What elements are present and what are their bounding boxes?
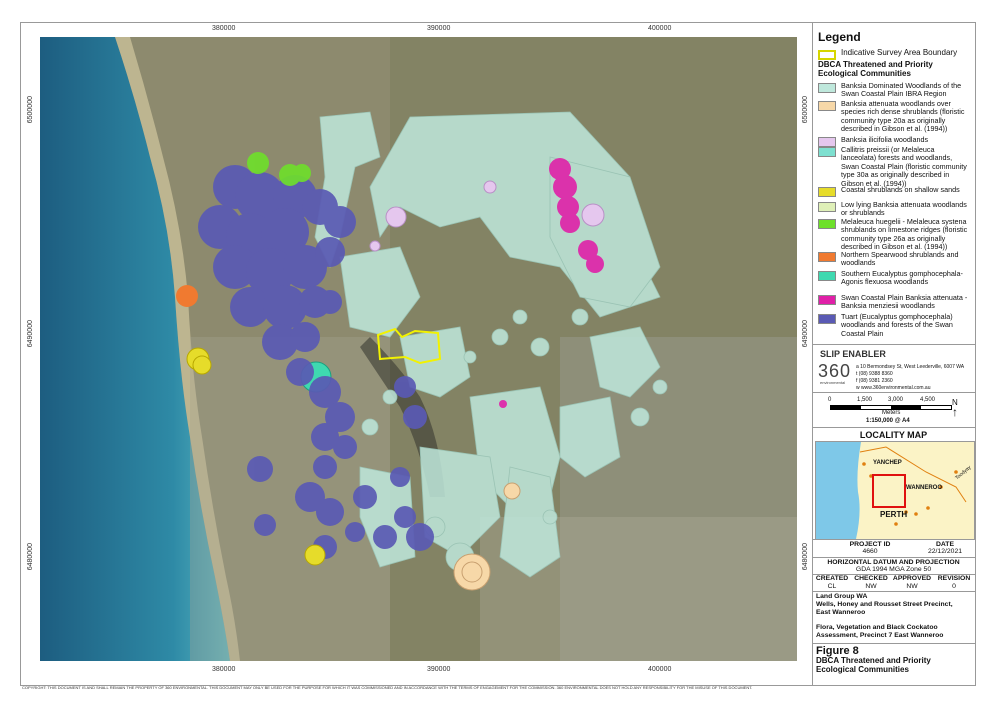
legend-item: Melaleuca huegelii - Melaleuca systena s… xyxy=(818,217,968,252)
divider xyxy=(812,392,975,393)
legend-item: Low lying Banksia attenuata woodlands or… xyxy=(818,200,968,218)
scale-tick-3: 4,500 xyxy=(920,397,936,403)
legend-swatch xyxy=(818,252,836,262)
legend-item: Swan Coastal Plain Banksia attenuata - B… xyxy=(818,293,968,311)
approved-label: APPROVED xyxy=(892,575,932,582)
datum-value: GDA 1994 MGA Zone 50 xyxy=(855,566,932,573)
map-svg xyxy=(40,37,797,661)
company-phone: t (08) 9388 8360 xyxy=(856,371,893,377)
client-name: Land Group WA xyxy=(816,593,868,600)
coord-left-1: 6500000 xyxy=(27,96,34,124)
legend-label: Swan Coastal Plain Banksia attenuata - B… xyxy=(841,293,968,311)
scale-ratio: 1:150,000 @ A4 xyxy=(866,418,910,424)
place-wanneroo: WANNEROO xyxy=(906,485,942,491)
project-id-label: PROJECT ID xyxy=(849,541,891,548)
legend-label: Coastal shrublands on shallow sands xyxy=(841,185,960,194)
checked-label: CHECKED xyxy=(854,575,888,582)
legend-swatch xyxy=(818,187,836,197)
slip-logo: SLIP ENABLER xyxy=(820,349,886,359)
locality-title: LOCALITY MAP xyxy=(859,430,928,440)
copyright-notice: COPYRIGHT: THIS DOCUMENT IS AND SHALL RE… xyxy=(22,685,753,690)
coord-bottom-3: 400000 xyxy=(648,666,672,673)
coord-right-2: 6490000 xyxy=(802,320,809,348)
legend-swatch xyxy=(818,271,836,281)
company-logo: 360 xyxy=(818,361,852,381)
legend-label: Melaleuca huegelii - Melaleuca systena s… xyxy=(841,217,968,252)
legend-title: Legend xyxy=(818,30,861,44)
created-label: CREATED xyxy=(815,575,849,582)
coord-left-3: 6480000 xyxy=(27,543,34,571)
divider xyxy=(812,427,975,428)
legend-item: Southern Eucalyptus gomphocephala-Agonis… xyxy=(818,269,968,287)
legend-item: Banksia Dominated Woodlands of the Swan … xyxy=(818,81,968,99)
coord-top-1: 380000 xyxy=(212,25,236,32)
divider xyxy=(812,591,975,592)
legend-item: Banksia attenuata woodlands over species… xyxy=(818,99,968,134)
legend-label: Banksia attenuata woodlands over species… xyxy=(841,99,965,134)
date-value: 22/12/2021 xyxy=(927,548,963,555)
client-site: Wells, Honey and Rousset Street Precinct… xyxy=(816,601,953,616)
legend-swatch xyxy=(818,295,836,305)
figure-title: DBCA Threatened and Priority Ecological … xyxy=(816,656,931,674)
map-canvas[interactable] xyxy=(40,37,797,661)
divider xyxy=(812,539,975,540)
legend-section-title: DBCA Threatened and Priority Ecological … xyxy=(818,60,933,78)
coord-bottom-1: 380000 xyxy=(212,666,236,673)
spearwood-patch xyxy=(176,285,198,307)
coord-right-1: 6500000 xyxy=(802,96,809,124)
legend-item: Coastal shrublands on shallow sands xyxy=(818,185,968,197)
coord-bottom-2: 390000 xyxy=(427,666,451,673)
legend-item: Callitris preissii (or Melaleuca lanceol… xyxy=(818,145,968,188)
revision-label: REVISION xyxy=(937,575,971,582)
legend-swatch xyxy=(818,101,836,111)
legend-item: Northern Spearwood shrublands and woodla… xyxy=(818,250,968,268)
scale-tick-1: 1,500 xyxy=(857,397,873,403)
boundary-label: Indicative Survey Area Boundary xyxy=(841,48,958,57)
report-title: Flora, Vegetation and Black Cockatoo Ass… xyxy=(816,624,944,639)
datum-label: HORIZONTAL DATUM AND PROJECTION xyxy=(827,559,960,566)
legend-label: Low lying Banksia attenuata woodlands or… xyxy=(841,200,967,218)
north-arrow-icon: N ↑ xyxy=(952,398,958,419)
divider xyxy=(812,344,975,345)
company-address: a 10 Bermondsey St, West Leederville, 60… xyxy=(856,364,965,370)
legend-swatch xyxy=(818,314,836,324)
legend-label: Northern Spearwood shrublands and woodla… xyxy=(841,250,959,268)
company-sub: environmental xyxy=(820,380,846,385)
coord-left-2: 6490000 xyxy=(27,320,34,348)
legend-swatch xyxy=(818,147,836,157)
coord-right-3: 6480000 xyxy=(802,543,809,571)
legend-label: Banksia ilicifolia woodlands xyxy=(841,135,929,144)
place-perth: PERTH xyxy=(880,510,908,519)
place-yanchep: YANCHEP xyxy=(873,460,902,466)
legend-label: Southern Eucalyptus gomphocephala-Agonis… xyxy=(841,269,963,287)
legend-label: Banksia Dominated Woodlands of the Swan … xyxy=(841,81,962,99)
approved-value: NW xyxy=(906,583,918,590)
project-id: 4660 xyxy=(862,548,878,555)
legend-swatch xyxy=(818,219,836,229)
company-fax: f (08) 9381 2360 xyxy=(856,378,893,384)
scale-unit: Meters xyxy=(882,410,901,416)
scale-tick-0: 0 xyxy=(828,397,832,403)
coord-top-2: 390000 xyxy=(427,25,451,32)
created-value: CL xyxy=(827,583,837,590)
checked-value: NW xyxy=(865,583,877,590)
scale-tick-2: 3,000 xyxy=(888,397,904,403)
divider xyxy=(812,557,975,558)
legend-label: Tuart (Eucalyptus gomphocephala) woodlan… xyxy=(841,312,953,338)
coord-top-3: 400000 xyxy=(648,25,672,32)
legend-swatch xyxy=(818,202,836,212)
date-label: DATE xyxy=(936,541,954,548)
legend-label: Callitris preissii (or Melaleuca lanceol… xyxy=(841,145,967,188)
locality-svg xyxy=(816,442,974,539)
divider xyxy=(812,643,975,644)
legend-item: Tuart (Eucalyptus gomphocephala) woodlan… xyxy=(818,312,968,338)
boundary-swatch xyxy=(818,50,836,60)
legend-boundary: Indicative Survey Area Boundary xyxy=(818,48,968,60)
locality-map: YANCHEP WANNEROO PERTH Toodyay xyxy=(815,441,975,540)
revision-value: 0 xyxy=(952,583,956,590)
company-web: w www.360environmental.com.au xyxy=(856,385,931,391)
legend-swatch xyxy=(818,83,836,93)
